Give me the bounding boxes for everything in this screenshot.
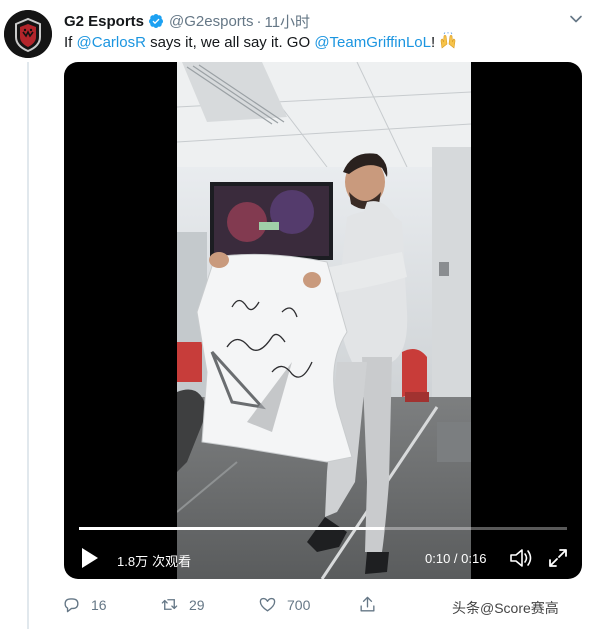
video-player[interactable]: 1.8万 次观看 0:10 / 0:16 — [64, 62, 582, 579]
play-icon[interactable] — [80, 546, 100, 570]
tweet-time[interactable]: 11小时 — [264, 11, 310, 32]
fullscreen-icon[interactable] — [546, 546, 570, 570]
raising-hands-icon — [441, 32, 456, 49]
reply-count: 16 — [91, 596, 107, 613]
like-count: 700 — [287, 596, 311, 613]
view-count-number: 1.8万 — [117, 554, 149, 569]
separator-dot: · — [256, 12, 262, 30]
tweet-text-part: ! — [430, 34, 440, 51]
mention-link[interactable]: @TeamGriffinLoL — [314, 34, 431, 51]
share-button[interactable] — [358, 595, 387, 614]
author-handle[interactable]: @G2esports — [169, 13, 253, 30]
chevron-down-icon[interactable] — [569, 12, 583, 26]
watermark: 头条@Score赛高 — [452, 600, 559, 616]
timecode: 0:10 / 0:16 — [425, 551, 487, 566]
share-icon — [360, 596, 375, 612]
verified-icon — [149, 14, 164, 28]
author-name[interactable]: G2 Esports — [64, 13, 144, 30]
view-count: 1.8万 次观看 — [117, 551, 191, 570]
retweet-count: 29 — [189, 596, 205, 613]
tweet-text-part: If — [64, 34, 77, 51]
avatar[interactable] — [4, 10, 52, 58]
retweet-button[interactable]: 29 — [160, 595, 205, 614]
g2-logo-icon — [4, 10, 52, 58]
volume-icon[interactable] — [508, 546, 534, 570]
reply-icon — [64, 598, 79, 613]
view-count-label: 次观看 — [152, 554, 192, 569]
tweet-text-part: says it, we all say it. GO — [145, 34, 315, 51]
like-button[interactable]: 700 — [258, 595, 310, 614]
retweet-icon — [161, 599, 178, 610]
thread-line — [27, 62, 29, 629]
progress-bar[interactable] — [79, 527, 567, 530]
like-icon — [259, 597, 276, 612]
video-still — [177, 62, 471, 579]
video-frame[interactable] — [177, 62, 471, 579]
progress-fill — [79, 527, 384, 530]
tweet-header: G2 Esports @G2esports · 11小时 — [64, 11, 581, 31]
tweet-text: If @CarlosR says it, we all say it. GO @… — [64, 32, 457, 53]
mention-link[interactable]: @CarlosR — [77, 34, 146, 51]
reply-button[interactable]: 16 — [62, 595, 107, 614]
